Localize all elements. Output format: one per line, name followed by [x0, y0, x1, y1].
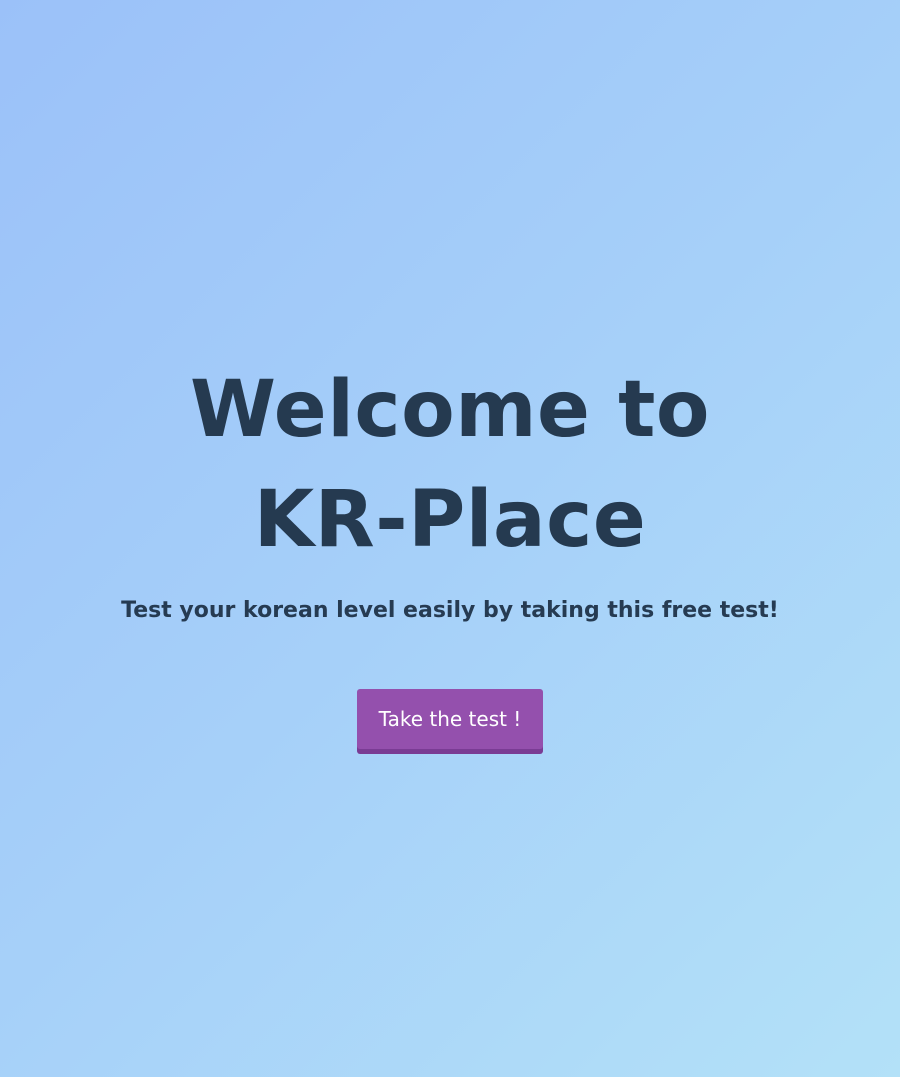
- page-title: Welcome to KR-Place: [190, 365, 710, 565]
- hero-section: Welcome to KR-Place Test your korean lev…: [0, 355, 900, 749]
- landing-page: Welcome to KR-Place Test your korean lev…: [0, 0, 900, 1077]
- page-subtitle: Test your korean level easily by taking …: [121, 598, 779, 623]
- take-test-button[interactable]: Take the test !: [357, 689, 543, 749]
